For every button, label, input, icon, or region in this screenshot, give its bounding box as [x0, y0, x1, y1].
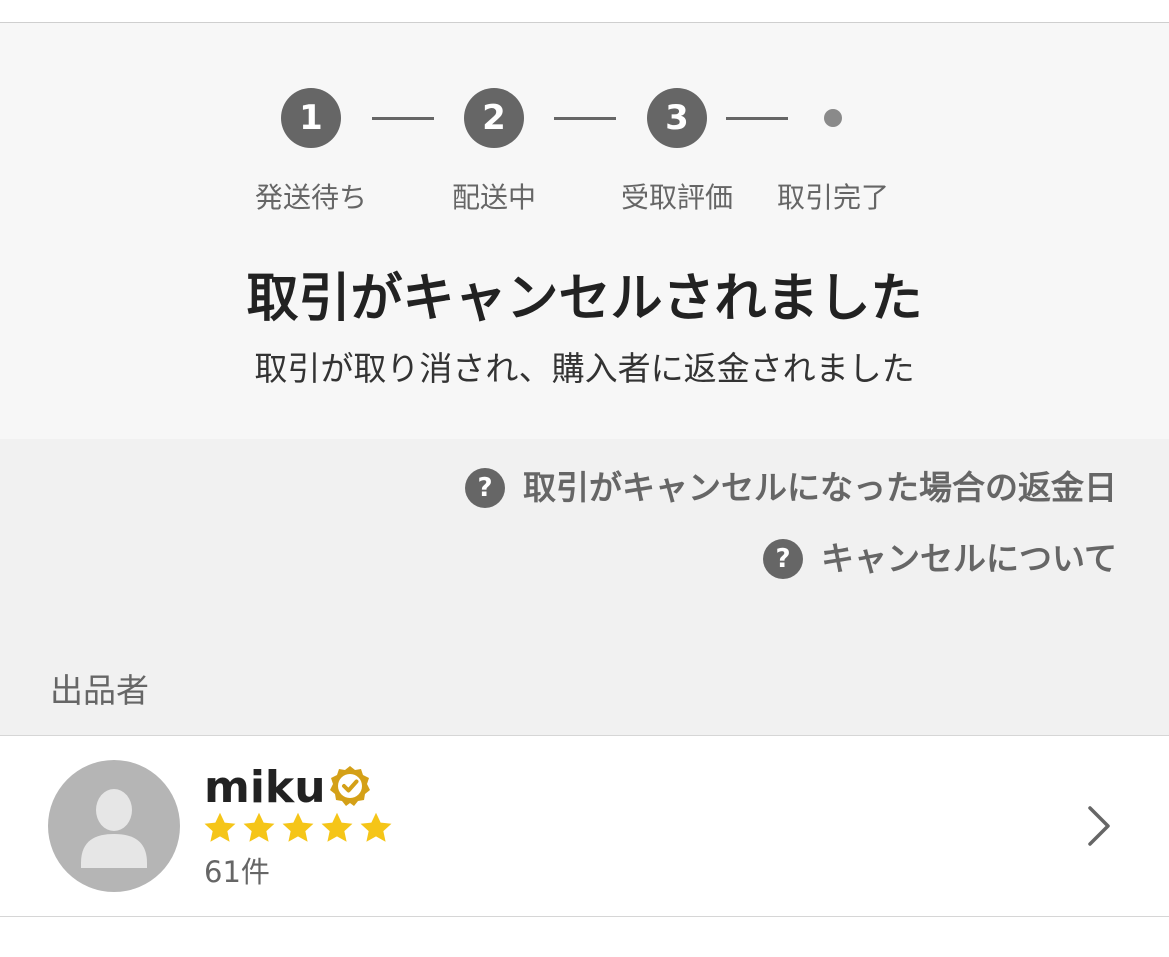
- step-2-label: 配送中: [451, 181, 536, 214]
- avatar: [48, 760, 180, 892]
- transaction-status-panel: 1 2 3 発送待ち 配送中 受取評価 取引完了 取引がキャンセルされました 取…: [0, 23, 1169, 439]
- cancel-help-link[interactable]: ? キャンセルについて: [762, 539, 1117, 579]
- status-title: 取引がキャンセルされました: [246, 269, 923, 329]
- star-icon: [360, 812, 392, 842]
- verified-badge-icon: [330, 766, 370, 806]
- rating-stars: [202, 810, 397, 846]
- step-connector-2: [554, 117, 616, 120]
- star-icon: [204, 812, 236, 842]
- help-links-panel: ? 取引がキャンセルになった場合の返金日 ? キャンセルについて 出品者: [0, 439, 1169, 736]
- review-count: 61件: [204, 855, 270, 889]
- step-1-label: 発送待ち: [254, 181, 367, 214]
- seller-name: miku: [204, 762, 326, 813]
- refund-date-help-label: 取引がキャンセルになった場合の返金日: [523, 468, 1117, 507]
- step-2-circle: 2: [464, 88, 524, 148]
- star-icon: [243, 812, 275, 842]
- question-circle-icon: ?: [762, 539, 803, 579]
- question-circle-icon: ?: [465, 468, 505, 508]
- star-icon: [321, 812, 353, 842]
- refund-date-help-link[interactable]: ? 取引がキャンセルになった場合の返金日: [465, 468, 1117, 508]
- star-icon: [282, 812, 314, 842]
- seller-section-label: 出品者: [50, 671, 149, 710]
- top-bar: [0, 0, 1169, 23]
- seller-row[interactable]: miku 61件: [0, 736, 1169, 917]
- step-connector-3: [726, 117, 788, 120]
- step-3-circle: 3: [647, 88, 707, 148]
- step-4-label: 取引完了: [776, 181, 889, 214]
- step-1-circle: 1: [281, 88, 341, 148]
- step-3-label: 受取評価: [620, 181, 733, 214]
- cancel-help-label: キャンセルについて: [820, 539, 1117, 578]
- step-connector-1: [372, 117, 434, 120]
- status-subtitle: 取引が取り消され、購入者に返金されました: [254, 349, 915, 388]
- chevron-right-icon: [1088, 806, 1110, 846]
- step-4-dot: [824, 109, 842, 127]
- person-icon: [81, 789, 147, 868]
